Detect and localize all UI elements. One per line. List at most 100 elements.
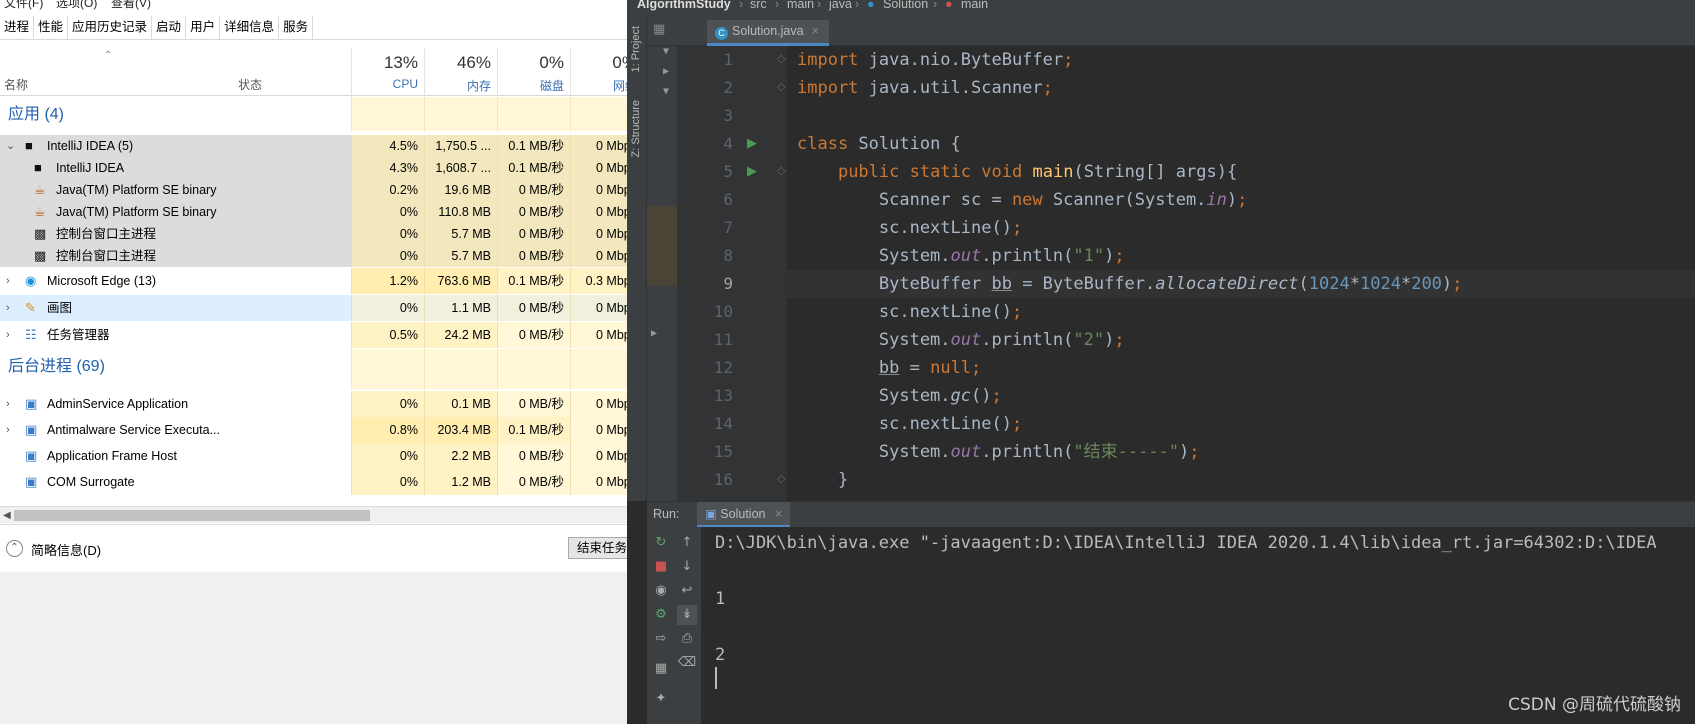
process-row[interactable]: ▣ Application Frame Host 0% 2.2 MB 0 MB/秒 0 M…	[0, 443, 627, 469]
menu-file[interactable]: 文件(F)	[4, 0, 43, 11]
horizontal-scrollbar[interactable]: ◀	[0, 506, 627, 523]
column-status[interactable]: 状态	[238, 76, 262, 93]
process-row[interactable]: ▩ 控制台窗口主进程 0%5.7 MB0 MB/秒0 Mbps	[0, 245, 627, 267]
scroll-left-icon[interactable]: ◀	[3, 507, 11, 524]
tab-startup[interactable]: 启动	[152, 16, 187, 39]
code-line[interactable]: import java.nio.ByteBuffer;	[787, 46, 1695, 74]
process-row[interactable]: › ▣ AdminService Application 0% 0.1 MB 0 MB/秒…	[0, 391, 627, 417]
code-editor[interactable]: import java.nio.ByteBuffer; import java.u…	[787, 46, 1695, 501]
menu-view[interactable]: 查看(V)	[111, 0, 151, 11]
code-line[interactable]: System.gc();	[787, 382, 1695, 410]
breadcrumb-java[interactable]: java	[829, 0, 852, 11]
taskmgr-icon: ☷	[25, 327, 37, 342]
chevron-right-icon[interactable]: ›	[6, 417, 10, 443]
run-tab-solution[interactable]: ▣ Solution ×	[697, 502, 791, 528]
down-arrow-icon[interactable]: ↓	[677, 557, 697, 577]
process-net: 0 Mbps	[570, 469, 627, 495]
tab-services[interactable]: 服务	[279, 16, 314, 39]
editor-menu-icon[interactable]: ▦	[653, 22, 665, 37]
tab-app-history[interactable]: 应用历史记录	[68, 16, 153, 39]
fold-marker-icon[interactable]: ◇	[777, 80, 785, 93]
up-arrow-icon[interactable]: ↑	[677, 533, 697, 553]
code-line[interactable]: class Solution {	[787, 130, 1695, 158]
less-details-link[interactable]: 简略信息(D)	[31, 540, 101, 559]
process-cpu: 1.2%	[351, 268, 424, 294]
code-line[interactable]: sc.nextLine();	[787, 410, 1695, 438]
column-network[interactable]: 0% 网络	[570, 48, 627, 96]
run-main-icon[interactable]: ▶	[747, 164, 757, 179]
chevron-right-icon[interactable]: ›	[6, 295, 10, 321]
stop-icon[interactable]: ■	[651, 557, 671, 577]
class-icon: C	[715, 27, 728, 40]
line-number: 6	[723, 190, 733, 209]
process-row[interactable]: ▩ 控制台窗口主进程 0%5.7 MB0 MB/秒0 Mbps	[0, 223, 627, 245]
breadcrumb-class[interactable]: Solution	[883, 0, 928, 11]
code-line[interactable]: sc.nextLine();	[787, 214, 1695, 242]
code-line[interactable]: import java.util.Scanner;	[787, 74, 1695, 102]
process-row[interactable]: ▣ COM Surrogate 0%1.2 MB0 MB/秒0 Mbps	[0, 469, 627, 495]
process-row[interactable]: ■ IntelliJ IDEA 4.3% 1,608.7 ... 0.1 MB/秒 0 M…	[0, 157, 627, 179]
debug-icon[interactable]: ⚙	[651, 605, 671, 625]
code-line[interactable]: Scanner sc = new Scanner(System.in);	[787, 186, 1695, 214]
code-line[interactable]: System.out.println("1");	[787, 242, 1695, 270]
line-number-gutter[interactable]: 1 2 3 4 5 6 7 8 9 10 11 12 13 14 15 16 ▶ ▶ ◇ ◇ ◇ ◇	[677, 46, 787, 501]
tree-expand-icon[interactable]: ▼	[663, 86, 669, 97]
chevron-right-icon[interactable]: ›	[6, 322, 10, 348]
trash-icon[interactable]: ⌫	[677, 653, 697, 673]
tab-details[interactable]: 详细信息	[220, 16, 280, 39]
process-row[interactable]: › ◉ Microsoft Edge (13) 1.2% 763.6 MB 0.1 MB/…	[0, 268, 627, 294]
breadcrumb-project[interactable]: AlgorithmStudy	[637, 0, 731, 11]
pin-icon[interactable]: ✦	[651, 689, 671, 709]
tree-expand-icon[interactable]: ▼	[663, 46, 669, 57]
column-memory[interactable]: 46% 内存	[424, 48, 497, 96]
code-line[interactable]: sc.nextLine();	[787, 298, 1695, 326]
end-task-button[interactable]: 结束任务(E)	[568, 537, 627, 559]
code-line[interactable]: ByteBuffer bb = ByteBuffer.allocateDirec…	[787, 270, 1695, 298]
close-icon[interactable]: ×	[775, 507, 782, 521]
tab-solution-java[interactable]: C Solution.java ×	[707, 20, 829, 46]
process-row[interactable]: › ✎ 画图 0%1.1 MB0 MB/秒0 Mbps	[0, 295, 627, 321]
close-icon[interactable]: ×	[812, 24, 819, 38]
collapse-icon[interactable]: ⌃	[6, 540, 23, 557]
code-line[interactable]: bb = null;	[787, 354, 1695, 382]
process-row[interactable]: › ▣ Antimalware Service Executa... 0.8% 203.…	[0, 417, 627, 443]
scroll-to-end-icon[interactable]: ↡	[677, 605, 697, 625]
process-row[interactable]: ⌄ ■ IntelliJ IDEA (5) 4.5% 1,750.5 ... 0.1 MB…	[0, 135, 627, 157]
rerun-icon[interactable]: ↻	[651, 533, 671, 553]
layout-icon[interactable]: ▦	[651, 659, 671, 679]
tab-processes[interactable]: 进程	[0, 16, 35, 39]
tree-expand-icon[interactable]: ▶	[663, 66, 669, 77]
chevron-right-icon[interactable]: ›	[6, 391, 10, 417]
process-row[interactable]: ☕ Java(TM) Platform SE binary 0.2% 19.6 MB 0…	[0, 179, 627, 201]
column-cpu[interactable]: 13% CPU	[351, 48, 424, 96]
soft-wrap-icon[interactable]: ↩	[677, 581, 697, 601]
camera-icon[interactable]: ◉	[651, 581, 671, 601]
column-name[interactable]: 名称	[4, 76, 28, 93]
process-row[interactable]: ☕ Java(TM) Platform SE binary 0% 110.8 MB 0 …	[0, 201, 627, 223]
menu-options[interactable]: 选项(O)	[56, 0, 97, 11]
process-row[interactable]: › ☷ 任务管理器 0.5%24.2 MB0 MB/秒0 Mbps	[0, 322, 627, 348]
breadcrumb-method[interactable]: main	[961, 0, 988, 11]
chevron-right-icon[interactable]: ›	[6, 268, 10, 294]
tab-performance[interactable]: 性能	[34, 16, 69, 39]
run-class-icon[interactable]: ▶	[747, 136, 757, 151]
fold-marker-icon[interactable]: ◇	[777, 52, 785, 65]
exit-icon[interactable]: ⇨	[651, 629, 671, 649]
breadcrumb-main[interactable]: main	[787, 0, 814, 11]
chevron-down-icon[interactable]: ⌄	[6, 135, 15, 157]
code-line[interactable]	[787, 102, 1695, 130]
code-line[interactable]: }	[787, 466, 1695, 494]
print-icon[interactable]: ⎙	[677, 629, 697, 649]
structure-tool-tab[interactable]: Z: Structure	[630, 100, 642, 157]
project-tool-tab[interactable]: 1: Project	[630, 26, 642, 72]
tab-users[interactable]: 用户	[186, 16, 221, 39]
column-disk[interactable]: 0% 磁盘	[497, 48, 570, 96]
breadcrumb-src[interactable]: src	[750, 0, 767, 11]
code-line[interactable]: System.out.println("2");	[787, 326, 1695, 354]
fold-marker-icon[interactable]: ◇	[777, 164, 785, 177]
tree-expand-icon[interactable]: ▶	[651, 328, 657, 339]
code-line[interactable]: System.out.println("结束-----");	[787, 438, 1695, 466]
code-line[interactable]: public static void main(String[] args){	[787, 158, 1695, 186]
scrollbar-thumb[interactable]	[14, 510, 370, 521]
fold-marker-icon[interactable]: ◇	[777, 472, 785, 485]
